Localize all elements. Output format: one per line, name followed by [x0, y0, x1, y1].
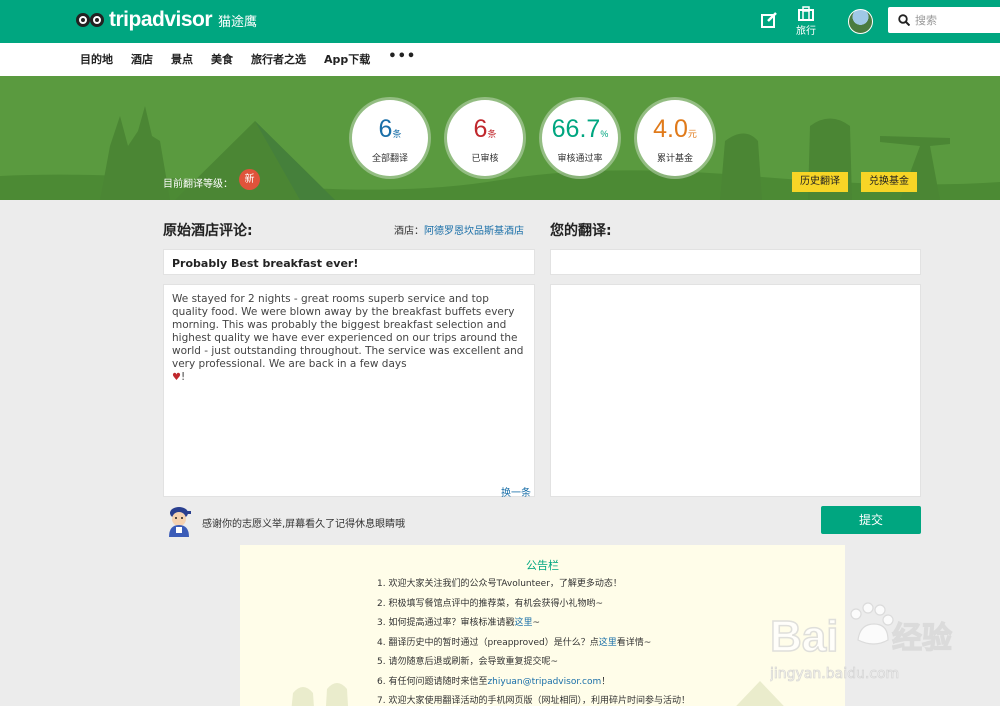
- search-icon: [898, 14, 910, 26]
- watermark-brand-cn: 经验: [892, 621, 952, 656]
- notice-item: 1. 欢迎大家关注我们的公众号TAvolunteer，了解更多动态！: [377, 579, 622, 589]
- review-text: We stayed for 2 nights - great rooms sup…: [172, 293, 524, 370]
- hotel-name-link[interactable]: 阿德罗恩坎品斯基酒店: [424, 226, 524, 237]
- notice-item: 5. 请勿随意后退或刷新，会导致重复提交呢~: [377, 657, 558, 667]
- watermark-url: jingyan.baidu.com: [770, 666, 899, 682]
- translation-body-input[interactable]: [550, 284, 921, 497]
- preapproved-info-link[interactable]: 这里: [599, 638, 617, 648]
- trips-button[interactable]: 旅行: [794, 6, 818, 37]
- review-title: Probably Best breakfast ever!: [163, 249, 535, 275]
- level-badge: 新: [239, 169, 260, 190]
- review-text-end: !: [181, 371, 186, 383]
- review-body: We stayed for 2 nights - great rooms sup…: [163, 284, 535, 497]
- hotel-info: 酒店：阿德罗恩坎品斯基酒店: [394, 222, 524, 237]
- paw-icon: [850, 602, 894, 645]
- stat-fund-label: 累计基金: [656, 154, 693, 164]
- notice-item: 2. 积极填写餐馆点评中的推荐菜，有机会获得小礼物哟~: [377, 598, 603, 609]
- stat-pass-rate-value: 66.7: [551, 115, 601, 143]
- user-avatar[interactable]: [848, 9, 873, 34]
- hotel-label: 酒店：: [394, 226, 424, 237]
- stat-pass-rate-unit: %: [600, 129, 609, 139]
- trips-label: 旅行: [796, 26, 816, 37]
- stats-banner: 6条 全部翻译 6条 已审核 66.7% 审核通过率 4.0元 累计基金 目前翻…: [0, 76, 1000, 200]
- notice-list: 1. 欢迎大家关注我们的公众号TAvolunteer，了解更多动态！ 2. 积极…: [377, 576, 690, 706]
- logo-cn-text: 猫途鹰: [218, 14, 258, 30]
- review-standard-link[interactable]: 这里: [514, 618, 532, 628]
- stat-pass-rate-label: 审核通过率: [557, 154, 603, 164]
- suitcase-icon: [798, 6, 814, 21]
- stat-reviewed: 6条 已审核: [447, 100, 523, 176]
- stat-fund-value: 4.0: [653, 115, 688, 143]
- stat-reviewed-unit: 条: [487, 129, 497, 139]
- notice-decoration-left: [291, 683, 348, 706]
- stat-total-value: 6: [378, 115, 393, 143]
- your-translation-heading: 您的翻译:: [550, 223, 612, 239]
- owl-logo-icon: [76, 11, 106, 29]
- nav-destinations[interactable]: 目的地: [80, 51, 113, 67]
- contact-email-link[interactable]: zhiyuan@tripadvisor.com: [487, 677, 601, 687]
- search-box[interactable]: [888, 7, 1000, 33]
- thanks-message: 感谢你的志愿义举,屏幕看久了记得休息眼睛哦: [202, 519, 406, 530]
- stat-total-label: 全部翻译: [371, 154, 408, 164]
- nav-travelers-choice[interactable]: 旅行者之选: [251, 51, 306, 67]
- history-translations-button[interactable]: 历史翻译: [792, 172, 848, 192]
- tripadvisor-logo[interactable]: tripadvisor 猫途鹰: [76, 8, 257, 32]
- swap-review-link[interactable]: 换一条: [501, 484, 531, 499]
- notice-item: 4. 翻译历史中的暂时通过（preapproved）是什么？点这里看详情~: [377, 637, 652, 648]
- logo-text: tripadvisor: [109, 8, 213, 31]
- nav-more-icon[interactable]: •••: [388, 50, 416, 67]
- notice-item: 3. 如何提高通过率？审核标准请戳这里~: [377, 618, 541, 628]
- nav-attractions[interactable]: 景点: [171, 51, 193, 67]
- notice-board: 公告栏 1. 欢迎大家关注我们的公众号TAvolunteer，了解更多动态！ 2…: [240, 545, 845, 706]
- stat-total-translations: 6条 全部翻译: [352, 100, 428, 176]
- notice-title: 公告栏: [526, 559, 559, 572]
- write-review-icon[interactable]: [760, 11, 778, 29]
- main-nav: 目的地 酒店 景点 美食 旅行者之选 App下载 •••: [0, 43, 1000, 76]
- stat-fund-unit: 元: [687, 129, 697, 139]
- stat-reviewed-value: 6: [473, 115, 488, 143]
- submit-button[interactable]: 提交: [821, 506, 921, 534]
- stat-fund: 4.0元 累计基金: [637, 100, 713, 176]
- stat-reviewed-label: 已审核: [471, 154, 499, 164]
- notice-item: 6. 有任何问题请随时来信至zhiyuan@tripadvisor.com！: [377, 676, 611, 687]
- nav-hotels[interactable]: 酒店: [131, 51, 153, 67]
- stat-pass-rate: 66.7% 审核通过率: [542, 100, 618, 176]
- volunteer-mascot-icon: [163, 503, 195, 537]
- translation-title-input[interactable]: [550, 249, 921, 275]
- nav-restaurants[interactable]: 美食: [211, 51, 233, 67]
- watermark-brand: Bai: [770, 612, 838, 661]
- baidu-watermark: Bai 经验 jingyan.baidu.com: [769, 596, 980, 686]
- top-header: tripadvisor 猫途鹰 旅行: [0, 0, 1000, 43]
- notice-item: 7. 欢迎大家使用翻译活动的手机网页版（网址相同），利用碎片时间参与活动！: [377, 696, 690, 706]
- stat-total-unit: 条: [392, 129, 402, 139]
- exchange-fund-button[interactable]: 兑换基金: [861, 172, 917, 192]
- heart-emoji-icon: ♥: [172, 372, 181, 383]
- translation-level-label: 目前翻译等级：: [163, 179, 233, 190]
- nav-app-download[interactable]: App下载: [324, 51, 370, 67]
- search-input[interactable]: [915, 13, 995, 27]
- original-review-heading: 原始酒店评论:: [163, 223, 253, 239]
